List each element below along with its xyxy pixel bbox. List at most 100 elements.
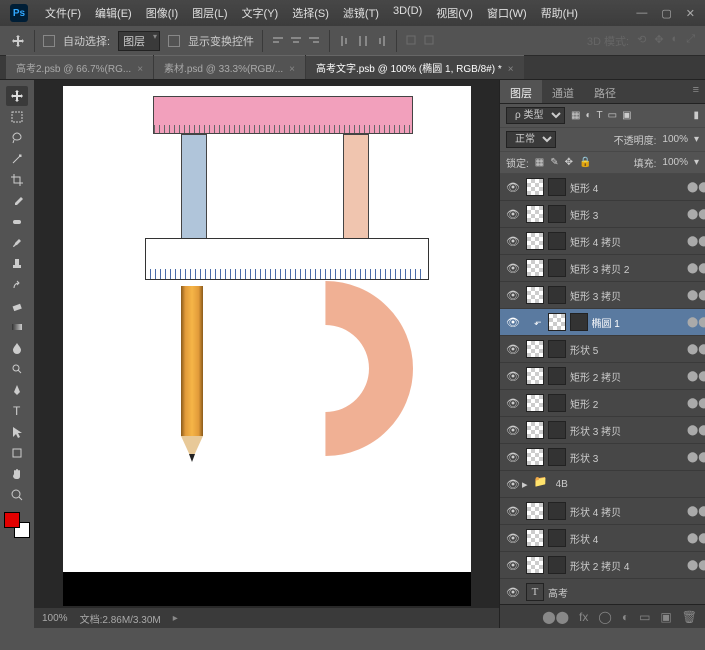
tab-close-icon[interactable]: × (508, 64, 514, 75)
move-tool[interactable] (6, 86, 28, 106)
panel-tab[interactable]: 通道 (542, 80, 584, 103)
menu-item[interactable]: 编辑(E) (88, 5, 139, 21)
move-tool-icon[interactable] (10, 33, 26, 49)
maximize-icon[interactable]: ▢ (661, 7, 671, 20)
visibility-toggle[interactable]: 👁 (504, 451, 522, 464)
arrange-icons[interactable] (405, 34, 437, 48)
filter-type-icon[interactable]: T (597, 110, 603, 121)
lasso-tool[interactable] (6, 128, 28, 148)
visibility-toggle[interactable]: 👁 (504, 181, 522, 194)
panel-menu-icon[interactable]: ≡ (687, 80, 705, 103)
layer-name[interactable]: 矩形 4 拷贝 (570, 234, 687, 249)
document-canvas[interactable] (63, 86, 471, 606)
visibility-toggle[interactable]: 👁 (504, 424, 522, 437)
document-tab[interactable]: 素材.psd @ 33.3%(RGB/...× (154, 55, 305, 79)
document-tab[interactable]: 高考文字.psb @ 100% (椭圆 1, RGB/8#) *× (306, 55, 524, 79)
menu-item[interactable]: 文字(Y) (235, 5, 286, 21)
magic-wand-tool[interactable] (6, 149, 28, 169)
zoom-tool[interactable] (6, 485, 28, 505)
menu-item[interactable]: 文件(F) (38, 5, 88, 21)
layer-row[interactable]: 👁矩形 4 拷贝⬤⬤ (500, 228, 705, 255)
document-tab[interactable]: 高考2.psb @ 66.7%(RG...× (6, 55, 153, 79)
lock-pos-icon[interactable]: ✥ (565, 157, 573, 168)
panel-tab[interactable]: 图层 (500, 80, 542, 103)
dodge-tool[interactable] (6, 359, 28, 379)
lock-trans-icon[interactable]: ▦ (535, 157, 544, 168)
new-layer-icon[interactable]: ▣ (660, 610, 671, 624)
foreground-color[interactable] (4, 512, 20, 528)
menu-item[interactable]: 滤镜(T) (336, 5, 386, 21)
layer-fx-icon[interactable]: fx (579, 610, 588, 624)
group-icon[interactable]: ▭ (639, 610, 650, 624)
brush-tool[interactable] (6, 233, 28, 253)
layer-name[interactable]: 形状 3 (570, 450, 687, 465)
layer-name[interactable]: 形状 5 (570, 342, 687, 357)
layer-row[interactable]: 👁形状 5⬤⬤ (500, 336, 705, 363)
menu-item[interactable]: 3D(D) (386, 5, 429, 21)
layer-name[interactable]: 矩形 3 拷贝 2 (570, 261, 687, 276)
eyedropper-tool[interactable] (6, 191, 28, 211)
doc-size[interactable]: 文档:2.86M/3.30M (80, 611, 161, 626)
eraser-tool[interactable] (6, 296, 28, 316)
blend-mode-dropdown[interactable]: 正常 (506, 131, 556, 148)
visibility-toggle[interactable]: 👁 (504, 262, 522, 275)
adjustment-layer-icon[interactable]: ◐ (622, 610, 629, 624)
layer-name[interactable]: 矩形 2 (570, 396, 687, 411)
tab-close-icon[interactable]: × (137, 64, 143, 75)
delete-layer-icon[interactable]: 🗑 (682, 610, 697, 624)
filter-toggle[interactable]: ▮ (693, 110, 699, 121)
dropdown-icon[interactable]: ▾ (694, 134, 699, 145)
layer-name[interactable]: 椭圆 1 (592, 315, 687, 330)
show-transform-checkbox[interactable] (168, 35, 180, 47)
lock-all-icon[interactable]: 🔒 (579, 157, 591, 168)
opacity-value[interactable]: 100% (662, 134, 688, 145)
pen-tool[interactable] (6, 380, 28, 400)
visibility-toggle[interactable]: 👁 (504, 235, 522, 248)
gradient-tool[interactable] (6, 317, 28, 337)
orbit-icon[interactable]: ⟲ (637, 33, 646, 49)
visibility-toggle[interactable]: 👁 (504, 532, 522, 545)
visibility-toggle[interactable]: 👁 (504, 397, 522, 410)
layer-row[interactable]: 👁矩形 3⬤⬤ (500, 201, 705, 228)
layer-row[interactable]: 👁形状 2 拷贝 4⬤⬤ (500, 552, 705, 579)
folder-toggle-icon[interactable]: ▸ (522, 478, 528, 491)
layer-row[interactable]: 👁⬐椭圆 1⬤⬤ (500, 309, 705, 336)
visibility-toggle[interactable]: 👁 (504, 370, 522, 383)
align-icons[interactable] (271, 34, 321, 48)
filter-smart-icon[interactable]: ▣ (622, 110, 631, 121)
filter-pixel-icon[interactable]: ▦ (571, 110, 580, 121)
fill-value[interactable]: 100% (662, 157, 688, 168)
menu-item[interactable]: 帮助(H) (534, 5, 585, 21)
layer-name[interactable]: 4B (556, 479, 701, 490)
filter-adjust-icon[interactable]: ◐ (585, 110, 591, 121)
layer-name[interactable]: 矩形 2 拷贝 (570, 369, 687, 384)
menu-item[interactable]: 图像(I) (139, 5, 185, 21)
layer-name[interactable]: 形状 4 (570, 531, 687, 546)
visibility-toggle[interactable]: 👁 (504, 343, 522, 356)
close-icon[interactable]: ✕ (686, 7, 695, 20)
lock-paint-icon[interactable]: ✎ (550, 157, 558, 168)
layer-row[interactable]: 👁形状 3 拷贝⬤⬤ (500, 417, 705, 444)
layer-row[interactable]: 👁形状 3⬤⬤ (500, 444, 705, 471)
layer-row[interactable]: 👁矩形 3 拷贝 2⬤⬤ (500, 255, 705, 282)
layer-name[interactable]: 矩形 3 (570, 207, 687, 222)
stamp-tool[interactable] (6, 254, 28, 274)
hand-tool[interactable] (6, 464, 28, 484)
visibility-toggle[interactable]: 👁 (504, 505, 522, 518)
filter-shape-icon[interactable]: ▭ (608, 110, 617, 121)
layer-row[interactable]: 👁形状 4 拷贝⬤⬤ (500, 498, 705, 525)
layer-row[interactable]: 👁▸📁4B (500, 471, 705, 498)
dropdown-icon[interactable]: ▾ (694, 157, 699, 168)
visibility-toggle[interactable]: 👁 (504, 208, 522, 221)
filter-kind-dropdown[interactable]: ρ 类型 (506, 107, 565, 124)
visibility-toggle[interactable]: 👁 (504, 559, 522, 572)
layer-row[interactable]: 👁矩形 2⬤⬤ (500, 390, 705, 417)
visibility-toggle[interactable]: 👁 (504, 478, 522, 491)
layer-name[interactable]: 矩形 4 (570, 180, 687, 195)
menu-item[interactable]: 图层(L) (185, 5, 234, 21)
visibility-toggle[interactable]: 👁 (504, 586, 522, 599)
layer-row[interactable]: 👁矩形 3 拷贝⬤⬤ (500, 282, 705, 309)
distribute-icons[interactable] (338, 34, 388, 48)
auto-select-target-dropdown[interactable]: 图层 (118, 31, 160, 51)
menu-item[interactable]: 窗口(W) (480, 5, 534, 21)
